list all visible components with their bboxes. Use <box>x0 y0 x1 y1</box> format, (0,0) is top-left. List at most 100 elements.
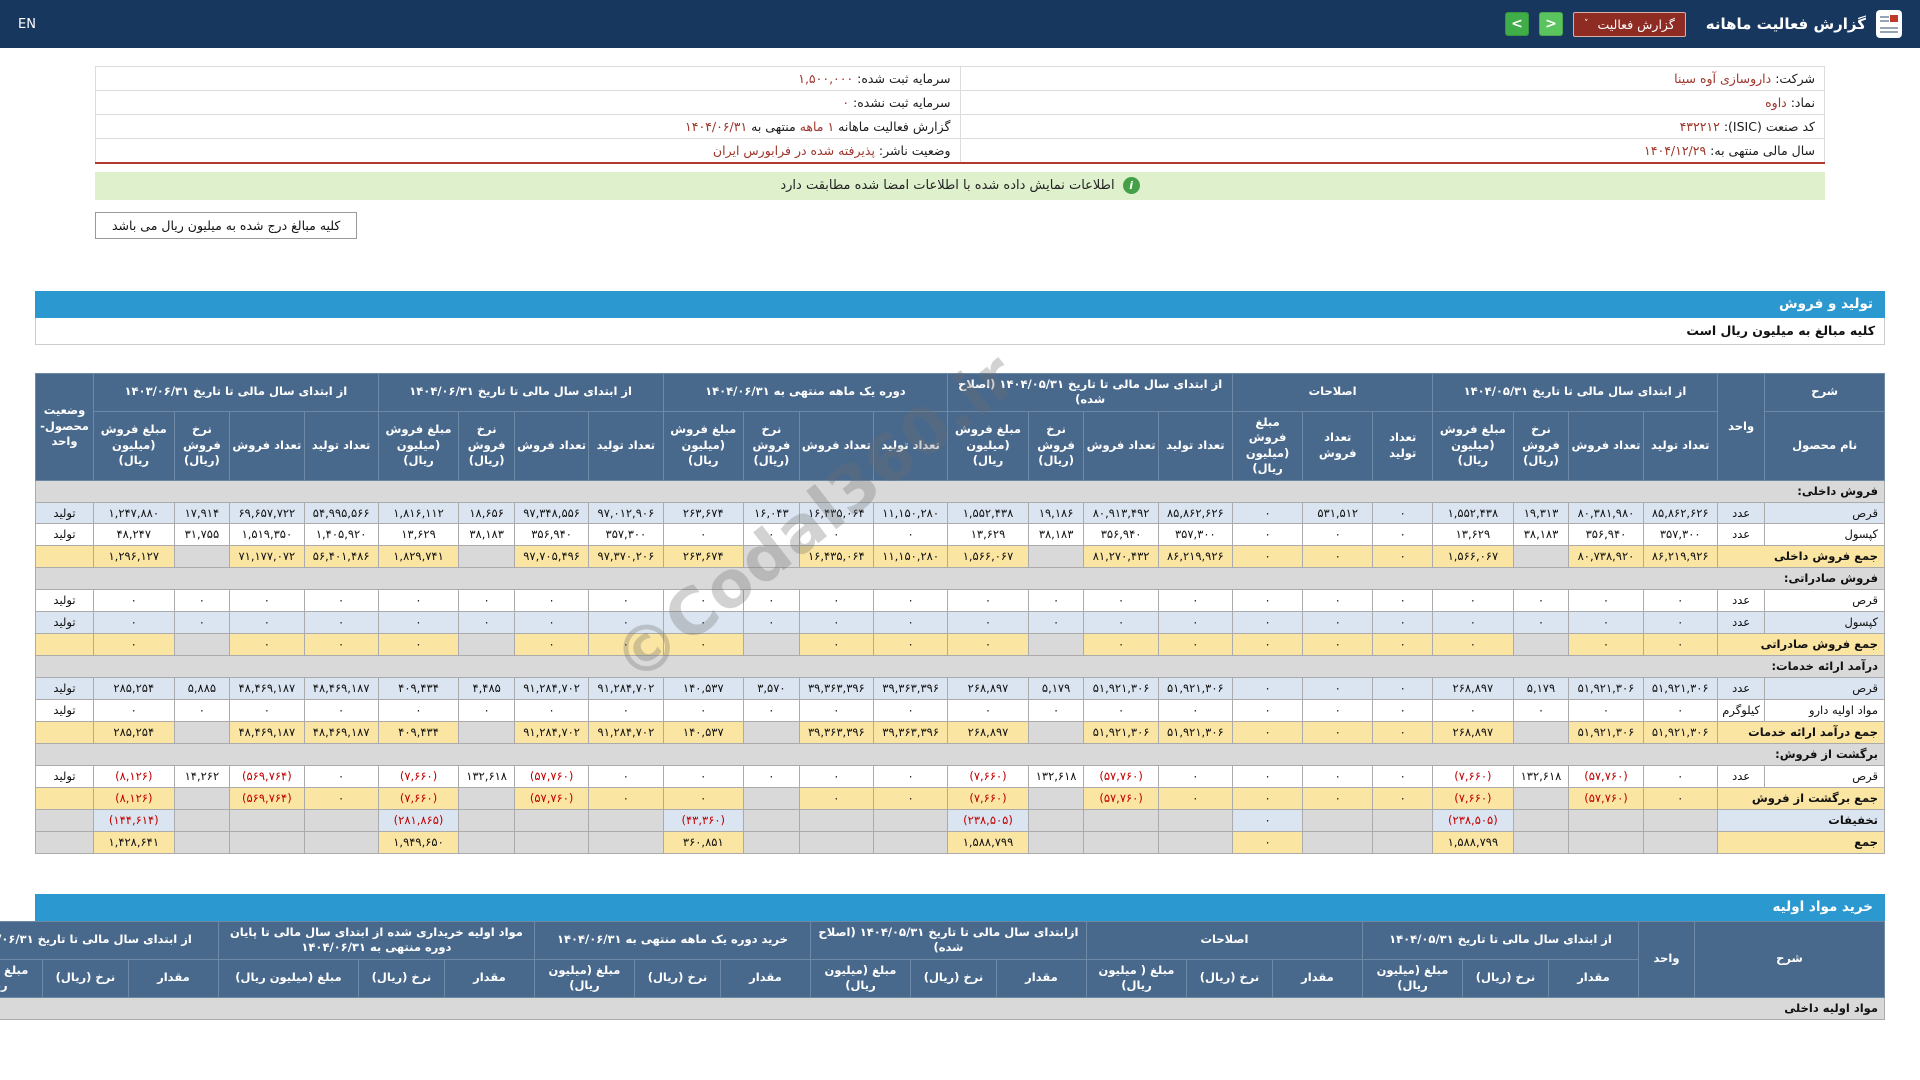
data-cell <box>513 830 590 854</box>
data-cell <box>1157 808 1233 832</box>
data-cell: ۰ <box>588 698 664 722</box>
data-cell: ۰ <box>377 698 460 722</box>
row-label: جمع <box>1716 830 1886 854</box>
column-subheader: مبلغ (میلیون ریال) <box>0 958 43 998</box>
info-value: پذیرفته شده در فرابورس ایران <box>712 142 875 158</box>
data-cell <box>1512 808 1570 832</box>
data-cell: ۹۱,۲۸۴,۷۰۲ <box>588 720 664 744</box>
data-cell: ۰ <box>662 698 745 722</box>
data-cell: (۷,۶۶۰) <box>1432 764 1514 788</box>
data-cell: (۷,۶۶۰) <box>1432 786 1514 810</box>
info-value: ۱۴۰۴/۰۶/۳۱ <box>685 119 748 134</box>
data-cell <box>1027 545 1085 569</box>
data-cell: ۰ <box>303 698 379 722</box>
data-cell: ۹۱,۲۸۴,۷۰۲ <box>513 677 590 700</box>
data-cell: ۰ <box>1302 698 1374 722</box>
data-cell: ۰ <box>377 611 460 635</box>
data-cell: ۰ <box>1432 633 1514 657</box>
data-cell: ۰ <box>303 786 379 810</box>
top-navbar: گزارش فعالیت ماهانه گزارش فعالیت ˅ > < E… <box>0 0 1920 48</box>
data-cell <box>513 808 590 832</box>
column-subheader: نرخ فروش (ریال) <box>173 410 231 481</box>
column-subheader: مبلغ فروش (میلیون ریال) <box>377 410 460 481</box>
data-cell: ۳۵۶,۹۴۰ <box>1568 523 1644 547</box>
table-row: جمع برگشت از فروش ۰ (۵۷,۷۶۰) (۷,۶۶۰) ۰ ۰ ۰ ۰ (۵۷… <box>34 786 1886 810</box>
data-cell: ۰ <box>1372 786 1434 810</box>
column-group-header: شرح <box>1694 920 1885 998</box>
data-cell: ۰ <box>1231 808 1304 832</box>
column-subheader: تعداد تولید <box>1157 410 1233 481</box>
info-label: منتهی به <box>747 119 796 134</box>
report-type-dropdown[interactable]: گزارش فعالیت ˅ <box>1573 11 1686 37</box>
data-cell: ۰ <box>798 523 875 547</box>
unit-cell: عدد <box>1716 523 1766 547</box>
column-subheader: مبلغ فروش (میلیون ریال) <box>947 410 1029 481</box>
data-cell <box>1083 830 1159 854</box>
unit-cell: عدد <box>1716 677 1766 700</box>
data-cell <box>458 808 515 832</box>
data-cell <box>1568 830 1644 854</box>
data-cell: ۱,۵۸۸,۷۹۹ <box>1432 830 1514 854</box>
prev-report-button[interactable]: < <box>1505 12 1530 36</box>
data-cell: ۰ <box>1302 764 1374 788</box>
data-cell: ۳۶۰,۸۵۱ <box>662 830 745 854</box>
column-group-header: از ابتدای سال مالی تا تاریخ ۱۴۰۳/۰۶/۳۱ <box>0 920 219 960</box>
info-cell: سرمایه ثبت شده: ۱,۵۰۰,۰۰۰ <box>95 66 961 91</box>
data-cell <box>229 830 305 854</box>
column-subheader: مبلغ فروش (میلیون ریال) <box>1432 410 1514 481</box>
column-group-header: وضعیت محصول-واحد <box>34 372 95 481</box>
data-cell: ۱,۵۵۲,۴۳۸ <box>1432 501 1514 525</box>
data-cell: ۱۳,۶۲۹ <box>947 523 1029 547</box>
chevron-down-icon: ˅ <box>1584 19 1589 29</box>
data-cell: ۹۷,۳۴۸,۵۵۶ <box>513 501 590 525</box>
report-document-icon <box>1876 10 1902 38</box>
data-cell: ۰ <box>1157 698 1233 722</box>
column-subheader: تعداد فروش <box>229 410 305 481</box>
column-subheader: مقدار <box>443 958 535 998</box>
data-cell: ۴۸,۴۶۹,۱۸۷ <box>229 677 305 700</box>
data-cell: ۰ <box>513 611 590 635</box>
data-cell: ۰ <box>303 764 379 788</box>
data-cell: ۰ <box>1568 611 1644 635</box>
next-report-button[interactable]: > <box>1539 12 1564 36</box>
column-subheader: تعداد تولید <box>872 410 949 481</box>
data-cell: ۵,۱۷۹ <box>1027 677 1085 700</box>
data-cell: ۱,۴۰۵,۹۲۰ <box>303 523 379 547</box>
unit-cell: عدد <box>1716 764 1766 788</box>
data-cell: ۹۷,۷۰۵,۴۹۶ <box>513 545 590 569</box>
data-cell: ۸۵,۸۶۲,۶۲۶ <box>1642 501 1718 525</box>
data-cell: ۰ <box>1027 698 1085 722</box>
table-row: فروش صادراتی: <box>35 567 1885 591</box>
data-cell: ۱,۲۹۶,۱۲۷ <box>93 545 175 569</box>
data-cell: ۰ <box>662 633 745 657</box>
info-row: نماد: داوه سرمایه ثبت نشده: ۰ <box>95 90 1825 115</box>
data-cell <box>458 830 515 854</box>
language-toggle[interactable]: EN <box>18 17 36 32</box>
column-subheader: نام محصول <box>1764 410 1885 481</box>
data-cell: ۰ <box>872 589 949 613</box>
status-cell <box>34 830 95 854</box>
data-cell <box>173 830 231 854</box>
data-cell: ۱۱,۱۵۰,۲۸۰ <box>872 545 949 569</box>
data-cell: ۱۴۰,۵۳۷ <box>662 720 745 744</box>
info-label: کد صنعت (ISIC): <box>1719 119 1815 134</box>
data-cell: ۰ <box>1231 830 1304 854</box>
data-cell: ۰ <box>173 589 231 613</box>
column-subheader: مقدار <box>127 958 219 998</box>
data-cell: ۵,۱۷۹ <box>1512 677 1570 700</box>
data-cell <box>743 633 800 657</box>
table-row: جمع درآمد ارائه خدمات ۵۱,۹۲۱,۳۰۶ ۵۱,۹۲۱,۳۰… <box>34 720 1886 744</box>
data-cell: ۰ <box>1083 611 1159 635</box>
data-cell: ۰ <box>872 698 949 722</box>
data-cell: ۱,۸۱۶,۱۱۲ <box>377 501 460 525</box>
info-row: سال مالی منتهی به: ۱۴۰۴/۱۲/۲۹ وضعیت ناشر… <box>95 138 1825 163</box>
data-cell: ۴۸,۴۶۹,۱۸۷ <box>303 677 379 700</box>
data-cell: ۳۵۷,۳۰۰ <box>1642 523 1718 547</box>
data-cell: ۰ <box>1231 523 1304 547</box>
data-cell: (۵۷,۷۶۰) <box>1083 786 1159 810</box>
status-cell <box>34 545 95 569</box>
data-cell: (۵۶۹,۷۶۴) <box>229 764 305 788</box>
data-cell: ۰ <box>1157 633 1233 657</box>
section-production-sales-bar: تولید و فروش <box>35 290 1885 318</box>
amounts-unit-subtitle: کلیه مبالغ به میلیون ریال است <box>35 317 1885 345</box>
